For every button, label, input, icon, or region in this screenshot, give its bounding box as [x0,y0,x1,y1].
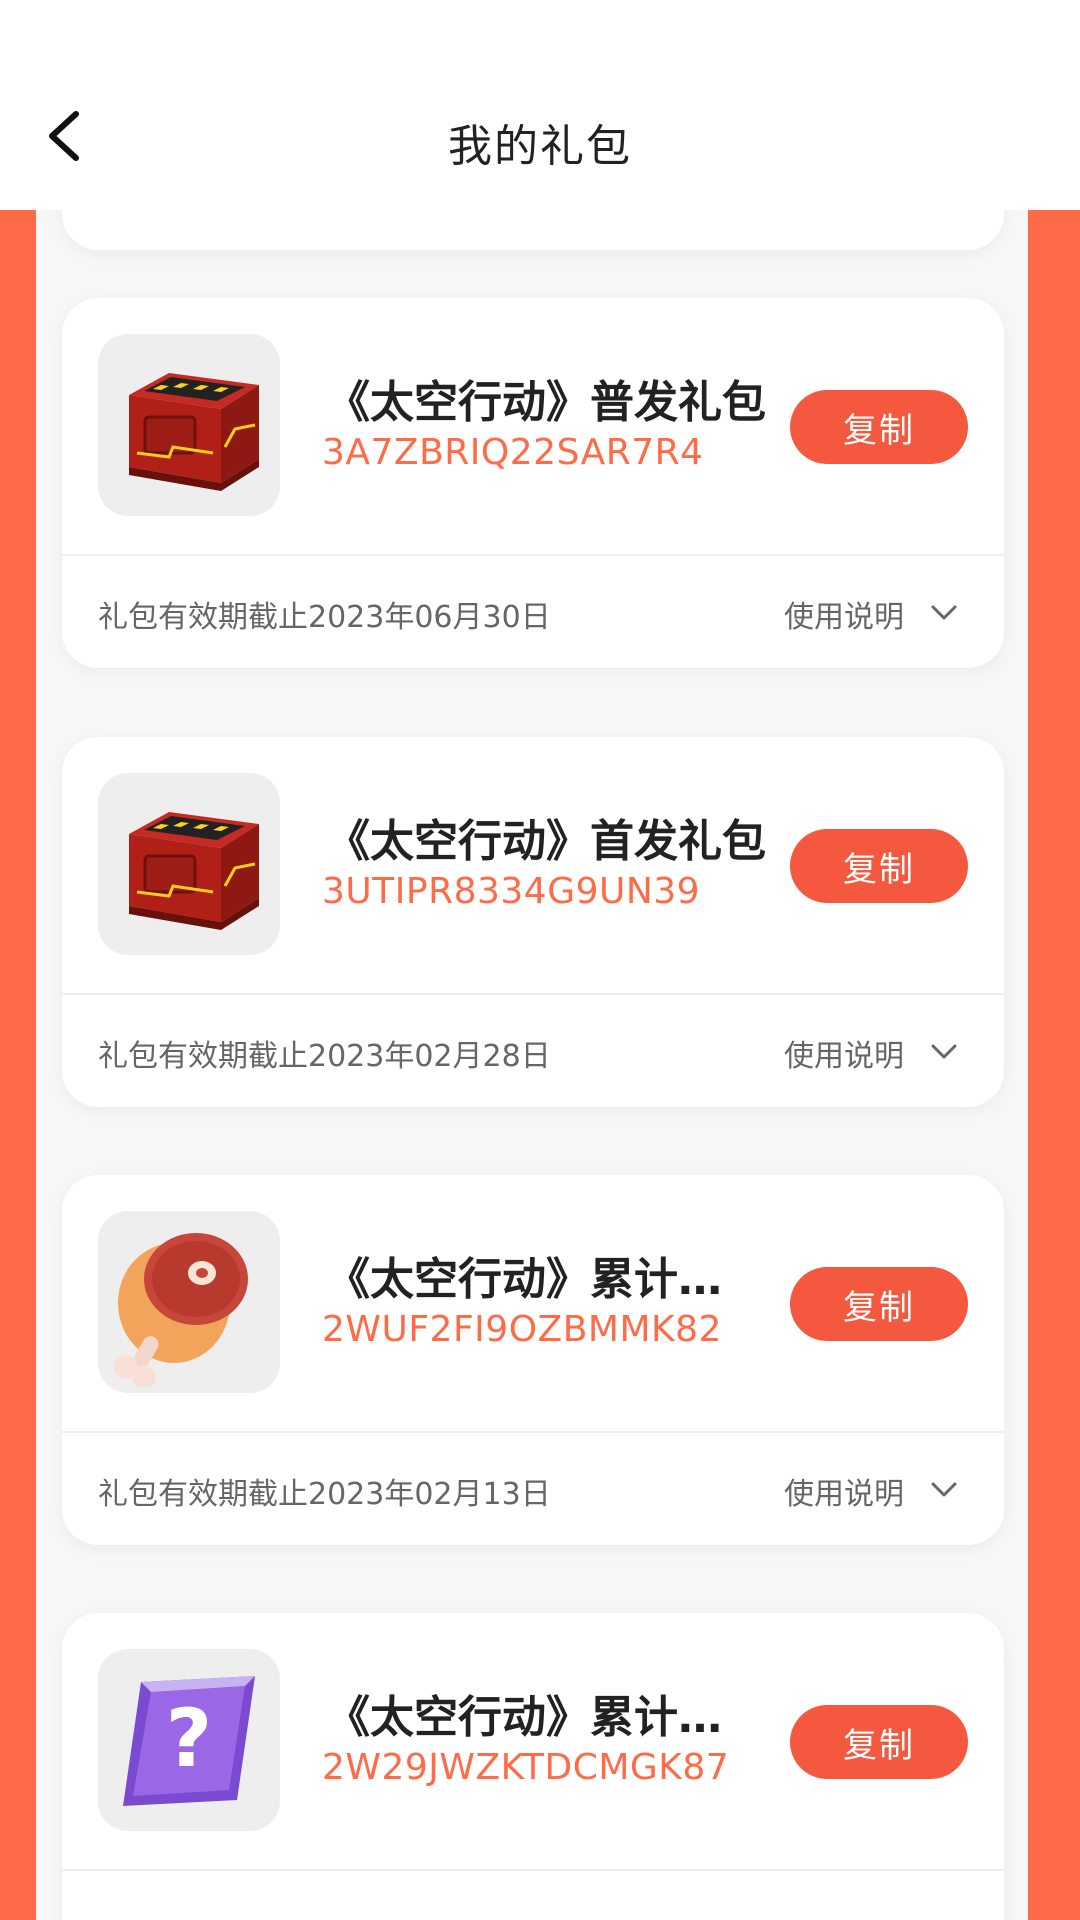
app-header: 我的礼包 [0,0,1080,210]
usage-instructions-link[interactable]: 使用说明 [784,1031,904,1075]
copy-button[interactable]: 复制 [790,1267,968,1341]
card-divider [62,1869,1004,1871]
gift-code: 3A7ZBRIQ22SAR7R4 [322,432,704,473]
svg-text:?: ? [166,1692,212,1785]
chevron-down-icon[interactable] [930,604,958,622]
red-crate-icon [129,373,259,491]
gift-name: 《太空行动》累计… [326,1692,722,1743]
expiry-text: 礼包有效期截止2023年06月30日 [98,600,551,635]
gift-card: 《太空行动》累计… 2WUF2FI9OZBMMK82 复制 礼包有效期截止202… [62,1175,1004,1545]
gift-thumbnail [98,1211,280,1393]
gift-card: ? 《太空行动》累计… 2W29JWZKTDCMGK87 复制 [62,1613,1004,1920]
expiry-text: 礼包有效期截止2023年02月28日 [98,1039,551,1074]
gift-card: 《太空行动》首发礼包 3UTIPR8334G9UN39 复制 礼包有效期截止20… [62,737,1004,1107]
expiry-text: 礼包有效期截止2023年02月13日 [98,1477,551,1512]
chevron-down-icon[interactable] [930,1481,958,1499]
usage-instructions-link[interactable]: 使用说明 [784,592,904,636]
gift-code: 2WUF2FI9OZBMMK82 [322,1309,722,1350]
gift-name: 《太空行动》首发礼包 [326,816,766,867]
meat-icon [114,1233,248,1387]
gift-thumbnail [98,334,280,516]
gift-name: 《太空行动》普发礼包 [326,377,766,428]
gift-thumbnail: ? [98,1649,280,1831]
red-crate-icon [129,812,259,930]
copy-button[interactable]: 复制 [790,829,968,903]
previous-card-partial [62,210,1004,250]
gift-code: 3UTIPR8334G9UN39 [322,871,701,912]
page-title: 我的礼包 [448,121,632,172]
gift-code: 2W29JWZKTDCMGK87 [322,1747,730,1788]
gift-thumbnail [98,773,280,955]
gift-name: 《太空行动》累计… [326,1254,722,1305]
gift-card: 《太空行动》普发礼包 3A7ZBRIQ22SAR7R4 复制 礼包有效期截止20… [62,298,1004,668]
mystery-box-icon: ? [123,1676,255,1806]
usage-instructions-link[interactable]: 使用说明 [784,1469,904,1513]
gift-list-area[interactable]: 《太空行动》普发礼包 3A7ZBRIQ22SAR7R4 复制 礼包有效期截止20… [0,210,1080,1920]
chevron-down-icon[interactable] [930,1043,958,1061]
copy-button[interactable]: 复制 [790,1705,968,1779]
copy-button[interactable]: 复制 [790,390,968,464]
